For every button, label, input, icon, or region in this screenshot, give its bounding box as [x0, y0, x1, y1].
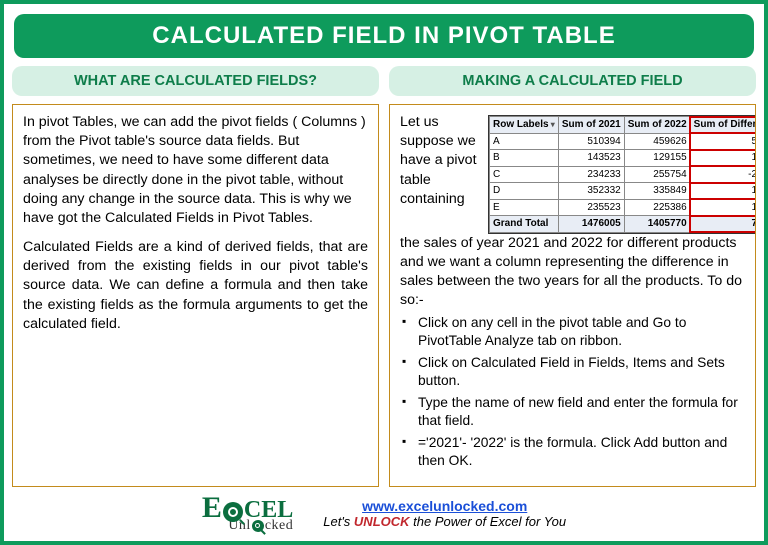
left-column: WHAT ARE CALCULATED FIELDS? In pivot Tab…: [12, 66, 379, 487]
table-row: E23552322538610137: [490, 199, 757, 216]
row-label: B: [490, 150, 559, 167]
right-intro-text-1: Let us suppose we have a pivot table con…: [400, 113, 480, 209]
table-row: D35233233584916483: [490, 183, 757, 200]
content-columns: WHAT ARE CALCULATED FIELDS? In pivot Tab…: [12, 66, 756, 487]
cell: 352332: [558, 183, 624, 200]
list-item: ='2021'- '2022' is the formula. Click Ad…: [402, 434, 745, 470]
tagline-pre: Let's: [323, 514, 354, 529]
list-item: Type the name of new field and enter the…: [402, 394, 745, 430]
table-row: B14352312915514368: [490, 150, 757, 167]
row-label: A: [490, 133, 559, 150]
right-intro-text-2: the sales of year 2021 and 2022 for diff…: [400, 235, 742, 309]
cell: 1405770: [624, 216, 690, 233]
cell: 129155: [624, 150, 690, 167]
row-label: C: [490, 166, 559, 183]
cell: 10137: [690, 199, 756, 216]
logo: E CEL Unlcked: [202, 493, 293, 533]
tagline: Let's UNLOCK the Power of Excel for You: [323, 514, 566, 529]
pivot-table: Row Labels Sum of 2021 Sum of 2022 Sum o…: [489, 116, 756, 233]
tagline-post: the Power of Excel for You: [410, 514, 567, 529]
magnifier-icon: [223, 502, 243, 522]
cell: 235523: [558, 199, 624, 216]
steps-list: Click on any cell in the pivot table and…: [402, 314, 745, 469]
right-column: MAKING A CALCULATED FIELD Let us suppose…: [389, 66, 756, 487]
left-paragraph-2: Calculated Fields are a kind of derived …: [23, 238, 368, 334]
cell: 50768: [690, 133, 756, 150]
cell: 225386: [624, 199, 690, 216]
website-link[interactable]: www.excelunlocked.com: [362, 498, 527, 514]
main-title: CALCULATED FIELD IN PIVOT TABLE: [14, 14, 754, 58]
magnifier-icon: [252, 520, 264, 532]
cell: 1476005: [558, 216, 624, 233]
pivot-table-image: Row Labels Sum of 2021 Sum of 2022 Sum o…: [488, 115, 756, 234]
cell: 335849: [624, 183, 690, 200]
footer-text-block: www.excelunlocked.com Let's UNLOCK the P…: [323, 498, 566, 529]
pivot-header-row: Row Labels Sum of 2021 Sum of 2022 Sum o…: [490, 117, 757, 134]
left-heading: WHAT ARE CALCULATED FIELDS?: [12, 66, 379, 96]
logo-letter-e: E: [202, 493, 222, 523]
cell: 143523: [558, 150, 624, 167]
right-heading: MAKING A CALCULATED FIELD: [389, 66, 756, 96]
cell: 510394: [558, 133, 624, 150]
footer: E CEL Unlcked www.excelunlocked.com Let'…: [12, 487, 756, 535]
cell: 16483: [690, 183, 756, 200]
table-row: C234233255754-21521: [490, 166, 757, 183]
pivot-header-diff: Sum of Difference: [690, 117, 756, 134]
left-panel: In pivot Tables, we can add the pivot fi…: [12, 104, 379, 487]
left-paragraph-1: In pivot Tables, we can add the pivot fi…: [23, 113, 368, 228]
row-label: D: [490, 183, 559, 200]
cell: -21521: [690, 166, 756, 183]
right-panel: Let us suppose we have a pivot table con…: [389, 104, 756, 487]
cell: 70235: [690, 216, 756, 233]
pivot-header-2022: Sum of 2022: [624, 117, 690, 134]
list-item: Click on any cell in the pivot table and…: [402, 314, 745, 350]
logo-subtext: Unlcked: [228, 519, 293, 533]
cell: 255754: [624, 166, 690, 183]
cell: 459626: [624, 133, 690, 150]
row-label: E: [490, 199, 559, 216]
document-frame: CALCULATED FIELD IN PIVOT TABLE WHAT ARE…: [0, 0, 768, 545]
cell: 234233: [558, 166, 624, 183]
tagline-unlock: UNLOCK: [354, 514, 410, 529]
total-label: Grand Total: [490, 216, 559, 233]
table-row: A51039445962650768: [490, 133, 757, 150]
list-item: Click on Calculated Field in Fields, Ite…: [402, 354, 745, 390]
pivot-total-row: Grand Total1476005140577070235: [490, 216, 757, 233]
pivot-header-rowlabels: Row Labels: [490, 117, 559, 134]
pivot-header-2021: Sum of 2021: [558, 117, 624, 134]
cell: 14368: [690, 150, 756, 167]
